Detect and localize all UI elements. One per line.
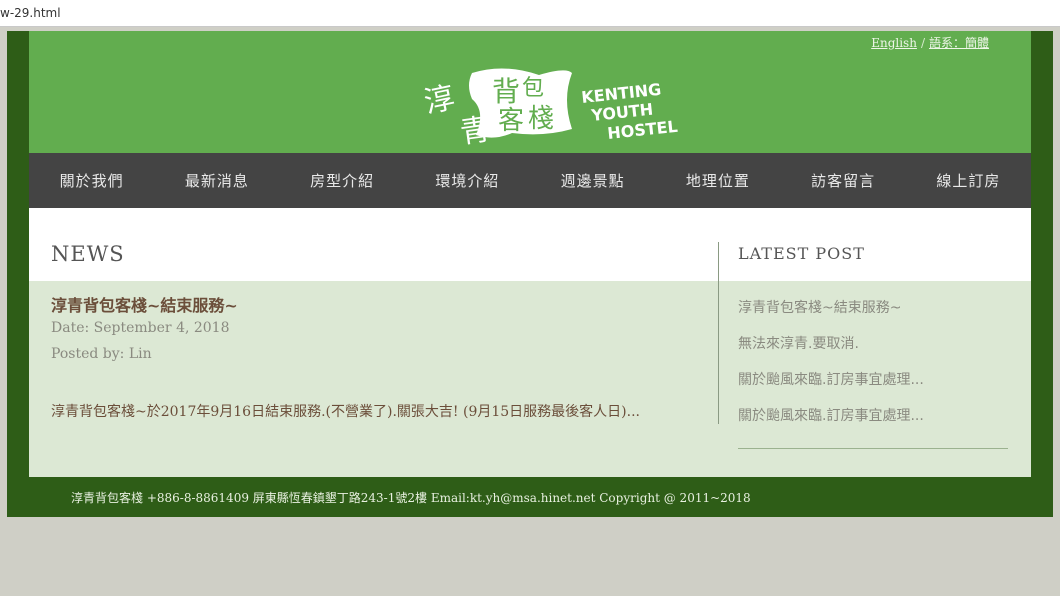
lang-separator: / xyxy=(920,36,925,50)
nav-attractions[interactable]: 週邊景點 xyxy=(530,153,655,208)
latest-post-item[interactable]: 無法來淳青.要取消. xyxy=(738,333,924,369)
column-divider xyxy=(718,242,719,424)
logo-char-bei: 背 xyxy=(492,75,520,108)
page-frame: English / 語系：簡體 淳 青 背 包 客 棧 KENTING YOUTH … xyxy=(7,31,1053,517)
nav-guestbook[interactable]: 訪客留言 xyxy=(781,153,906,208)
post-excerpt: 淳青背包客棧~於2017年9月16日結束服務.(不營業了).關張大吉! (9月1… xyxy=(51,404,640,420)
post-date: Date: September 4, 2018 xyxy=(51,320,230,336)
url-text: w-29.html xyxy=(0,6,61,20)
latest-post-item[interactable]: 關於颱風來臨.訂房事宜處理... xyxy=(738,369,924,405)
nav-location[interactable]: 地理位置 xyxy=(655,153,780,208)
browser-address-bar[interactable]: w-29.html xyxy=(0,0,1060,27)
logo-char-bao: 包 xyxy=(522,76,544,101)
latest-post-item[interactable]: 關於颱風來臨.訂房事宜處理... xyxy=(738,405,924,441)
content-area: NEWS 淳青背包客棧~結束服務~ Date: September 4, 201… xyxy=(29,208,1031,477)
post-author: Posted by: Lin xyxy=(51,346,152,362)
news-heading: NEWS xyxy=(51,242,125,266)
post-title-link[interactable]: 淳青背包客棧~結束服務~ xyxy=(51,292,238,316)
lang-english-link[interactable]: English xyxy=(871,36,917,50)
logo-char-qing: 青 xyxy=(458,112,493,145)
sidebar-divider xyxy=(738,448,1008,449)
latest-post-list: 淳青背包客棧~結束服務~ 無法來淳青.要取消. 關於颱風來臨.訂房事宜處理...… xyxy=(738,297,924,441)
lang-simplified-link[interactable]: 語系：簡體 xyxy=(929,36,989,50)
latest-post-heading: LATEST POST xyxy=(738,244,865,263)
nav-rooms[interactable]: 房型介紹 xyxy=(280,153,405,208)
nav-about[interactable]: 關於我們 xyxy=(29,153,154,208)
logo-char-ke: 客 xyxy=(498,106,524,136)
hostel-logo[interactable]: 淳 青 背 包 客 棧 KENTING YOUTH HOSTEL xyxy=(394,59,684,145)
logo-char-zhan: 棧 xyxy=(528,104,554,134)
nav-booking[interactable]: 線上訂房 xyxy=(906,153,1031,208)
site-header: English / 語系：簡體 淳 青 背 包 客 棧 KENTING YOUTH … xyxy=(29,31,1031,153)
nav-news[interactable]: 最新消息 xyxy=(154,153,279,208)
site-footer: 淳青背包客棧 +886-8-8861409 屏東縣恆春鎮墾丁路243-1號2樓 … xyxy=(71,491,751,505)
content-top-band xyxy=(29,208,1031,281)
logo-char-chun: 淳 xyxy=(421,80,458,120)
main-nav: 關於我們 最新消息 房型介紹 環境介紹 週邊景點 地理位置 訪客留言 線上訂房 xyxy=(29,153,1031,208)
latest-post-item[interactable]: 淳青背包客棧~結束服務~ xyxy=(738,297,924,333)
nav-environment[interactable]: 環境介紹 xyxy=(405,153,530,208)
language-switcher: English / 語系：簡體 xyxy=(871,34,989,51)
